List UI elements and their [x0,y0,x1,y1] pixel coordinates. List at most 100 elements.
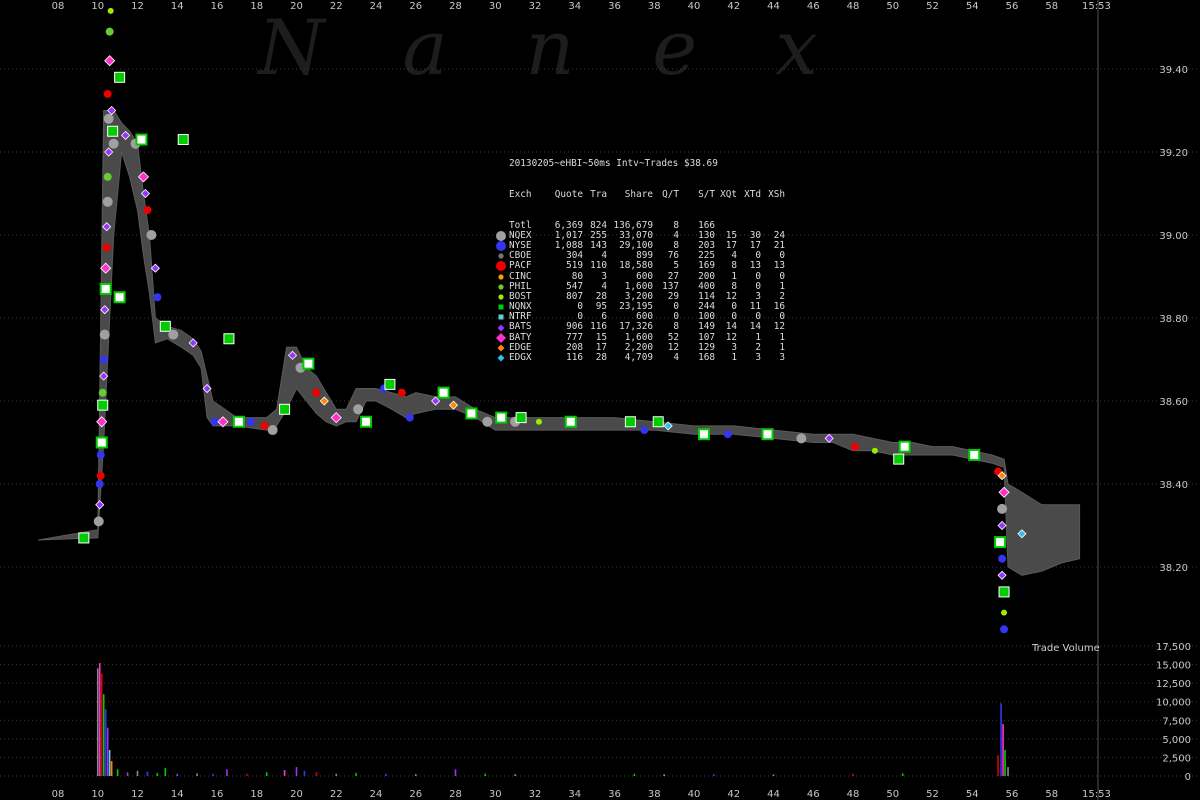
stats-cell: 116 [566,352,583,364]
trade-nqex [482,416,493,427]
price-tick-label: 38.40 [1159,480,1188,491]
volume-bar [355,773,357,776]
volume-bar [108,750,111,776]
stats-title: 20130205~eHBI~50ms Intv~Trades $38.69 [509,158,718,170]
x-tick-label: 10 [91,789,104,800]
x-tick-label: 36 [608,789,621,800]
x-tick-label: 50 [886,1,899,12]
trade-ntrf [437,386,450,399]
trade-nqex [146,230,157,240]
x-tick-label: 28 [449,1,462,12]
price-tick-label: 38.60 [1159,397,1188,408]
volume-bar [1002,724,1004,776]
trade-pacf [397,388,406,397]
stats-cell: 28 [595,352,607,364]
volume-bar [116,769,119,776]
x-tick-label: 20 [290,1,303,12]
stats-row: EDGX 116 28 4,709 4 168 1 3 3 [493,352,785,364]
trade-nyse [640,426,649,435]
stats-cell: 3 [755,352,761,364]
x-tick-label: 30 [489,1,502,12]
volume-bar [98,663,101,776]
x-tick-label: 48 [847,789,860,800]
exchange-symbol-icon [493,353,509,363]
trade-pacf [102,243,111,252]
volume-bar [852,773,854,776]
exchange-symbol-icon [493,282,509,292]
trade-nqnx [107,125,119,137]
volume-tick-label: 7,500 [1162,716,1191,727]
trade-nqnx [78,532,90,544]
volume-bar [283,770,286,776]
volume-bar [295,767,298,776]
stats-cell: 4 [673,352,679,364]
volume-bar [514,774,516,776]
volume-bar [414,774,417,776]
trade-nyse [723,430,732,439]
x-tick-label: 20 [290,789,303,800]
trade-nqex [997,503,1008,514]
volume-bar [196,773,198,776]
stats-header-cell: XTd [744,189,761,201]
trade-bost [535,418,542,425]
volume-bar [713,774,715,776]
volume-bar [110,761,113,776]
volume-bar [126,772,129,776]
trade-nqex [108,138,119,149]
x-tick-label: 16 [211,1,224,12]
volume-bar [106,727,109,776]
price-tick-label: 39.40 [1159,65,1188,76]
volume-bar [212,773,214,776]
x-tick-label: 58 [1045,789,1058,800]
x-tick-label: 14 [171,789,184,800]
stats-cell: 1 [731,352,737,364]
time-marker-bottom: 15:53 [1082,789,1111,800]
volume-bar [633,773,636,776]
x-tick-label: 54 [966,789,979,800]
exchange-symbol-icon [493,302,509,312]
x-tick-label: 36 [608,1,621,12]
x-tick-label: 56 [1006,1,1019,12]
trade-ntrf [232,415,245,428]
volume-bar [335,773,338,776]
trade-nyse [96,450,105,459]
trade-ntrf [95,436,108,449]
trade-bost [107,7,114,14]
trade-nqex [353,404,364,415]
x-tick-label: 12 [131,1,144,12]
stats-cell: 4,709 [624,352,653,364]
x-tick-label: 58 [1045,1,1058,12]
x-tick-label: 50 [886,789,899,800]
x-tick-label: 22 [330,1,343,12]
trade-nqnx [384,378,396,390]
x-tick-label: 26 [409,1,422,12]
trade-nqnx [114,71,126,83]
x-tick-label: 42 [727,789,740,800]
volume-bar [484,773,487,776]
trade-phil [105,27,114,36]
trade-nqnx [159,320,171,332]
stats-cell: EDGX [509,352,532,364]
stats-rows: Totl 6,369 824 136,679 8 166 NQEX 1,017 255 33,07… [493,220,785,364]
trade-nqex [796,433,807,444]
x-tick-label: 34 [568,1,581,12]
x-tick-label: 18 [250,1,263,12]
stats-header-cell: Quote [554,189,583,201]
x-tick-label: 38 [648,789,661,800]
x-tick-label: 46 [807,1,820,12]
trade-pacf [260,421,269,430]
x-tick-label: 28 [449,789,462,800]
stats-header-cell: S/T [698,189,715,201]
trade-ntrf [302,357,315,370]
volume-bar [997,755,999,776]
trade-nqex [103,113,114,124]
price-tick-label: 39.20 [1159,148,1188,159]
price-tick-label: 38.80 [1159,314,1188,325]
x-tick-label: 38 [648,1,661,12]
trade-ntrf [564,415,577,428]
trade-nqnx [279,403,291,415]
stats-header-cell: Tra [590,189,607,201]
volume-tick-label: 5,000 [1162,735,1191,746]
x-tick-label: 56 [1006,789,1019,800]
trade-nqnx [515,412,527,424]
